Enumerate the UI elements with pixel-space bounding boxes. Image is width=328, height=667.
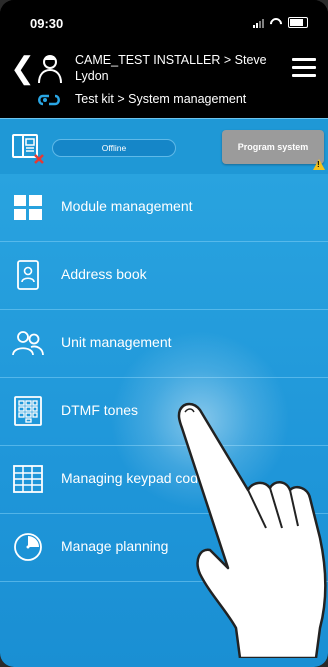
status-icons (253, 17, 308, 28)
phone-screen: 09:30 ❮ CAME_TEST INSTALLER > Steve Lydo… (0, 0, 328, 667)
clock-icon (14, 533, 42, 561)
system-status-bar: Offline Program system (0, 118, 328, 176)
status-time: 09:30 (30, 16, 64, 31)
address-book-icon (17, 260, 39, 290)
warning-icon (313, 159, 325, 170)
list-item-label: Module management (61, 198, 193, 214)
kit-breadcrumb: Test kit > System management (75, 92, 247, 106)
offline-status-pill: Offline (52, 139, 176, 157)
back-icon[interactable]: ❮ (10, 54, 35, 84)
list-item-module-management[interactable]: Module management (0, 174, 328, 242)
list-item-label: Address book (61, 266, 147, 282)
battery-icon (288, 17, 308, 28)
status-bar: 09:30 (0, 0, 328, 44)
app-header: ❮ CAME_TEST INSTALLER > Steve Lydon Test… (0, 44, 328, 118)
module-grid-icon (14, 195, 42, 220)
wifi-icon (270, 18, 282, 28)
installer-icon (38, 55, 62, 84)
signal-icon (253, 18, 264, 28)
user-breadcrumb: CAME_TEST INSTALLER > Steve Lydon (75, 53, 267, 83)
keypad-icon (14, 396, 42, 426)
users-icon (12, 331, 44, 356)
hamburger-menu-icon[interactable] (292, 58, 316, 82)
list-item-address-book[interactable]: Address book (0, 242, 328, 310)
sync-icon (38, 94, 60, 106)
program-system-button[interactable]: Program system (222, 130, 324, 164)
pointing-hand-icon (177, 402, 327, 658)
panel-disconnected-icon (12, 134, 44, 164)
list-item-label: Manage planning (61, 538, 169, 554)
keypad-codes-icon (13, 465, 43, 493)
